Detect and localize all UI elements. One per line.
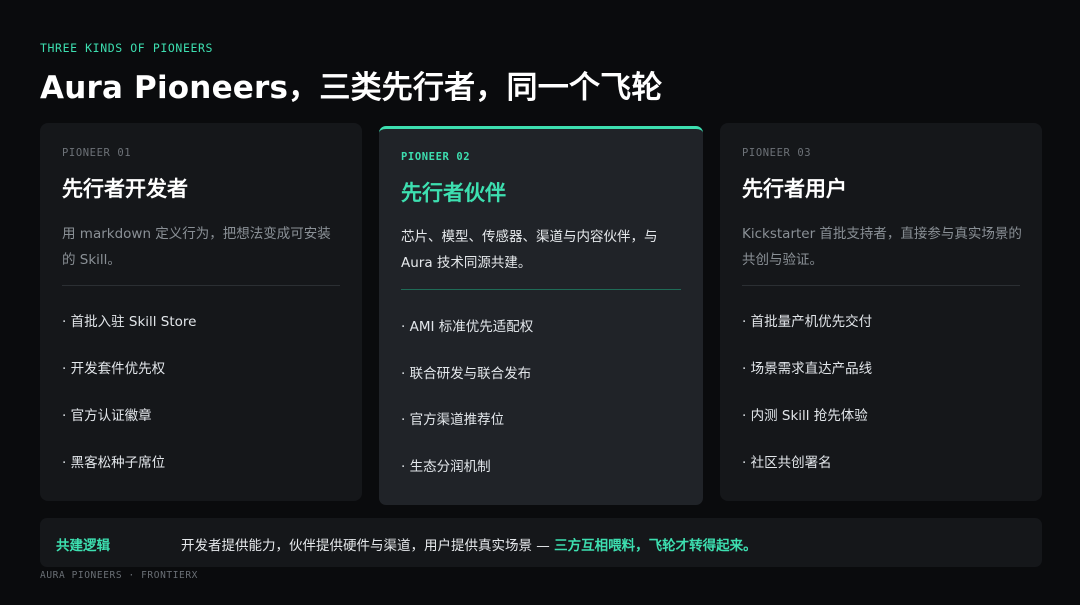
summary-bar: 共建逻辑 开发者提供能力，伙伴提供硬件与渠道，用户提供真实场景 — 三方互相喂料… xyxy=(40,518,1042,567)
slide: THREE KINDS OF PIONEERS Aura Pioneers，三类… xyxy=(0,0,1080,605)
divider xyxy=(62,285,340,286)
pioneer-name: 先行者伙伴 xyxy=(401,181,506,205)
pioneer-id: PIONEER 02 xyxy=(401,151,471,163)
feature-item: · AMI 标准优先适配权 xyxy=(401,319,534,335)
pioneer-id: PIONEER 01 xyxy=(62,147,132,159)
pioneer-name: 先行者用户 xyxy=(742,177,847,201)
divider xyxy=(401,289,681,290)
pioneer-card-developers: PIONEER 01 先行者开发者 用 markdown 定义行为，把想法变成可… xyxy=(40,123,362,501)
summary-highlight: 三方互相喂料，飞轮才转得起来。 xyxy=(554,538,757,554)
feature-item: · 开发套件优先权 xyxy=(62,361,166,377)
pioneer-description: 芯片、模型、传感器、渠道与内容伙伴，与 Aura 技术同源共建。 xyxy=(401,229,658,271)
pioneer-id: PIONEER 03 xyxy=(742,147,812,159)
feature-item: · 首批量产机优先交付 xyxy=(742,314,873,330)
feature-item: · 首批入驻 Skill Store xyxy=(62,314,197,330)
feature-item: · 黑客松种子席位 xyxy=(62,455,166,471)
pioneer-card-partners: PIONEER 02 先行者伙伴 芯片、模型、传感器、渠道与内容伙伴，与 Aur… xyxy=(379,126,703,505)
feature-item: · 生态分润机制 xyxy=(401,459,491,475)
eyebrow-label: THREE KINDS OF PIONEERS xyxy=(40,41,214,55)
feature-item: · 联合研发与联合发布 xyxy=(401,366,532,382)
pioneer-card-users: PIONEER 03 先行者用户 Kickstarter 首批支持者，直接参与真… xyxy=(720,123,1042,501)
footer-brand: AURA PIONEERS · FRONTIERX xyxy=(40,570,198,581)
pioneer-description: 用 markdown 定义行为，把想法变成可安装的 Skill。 xyxy=(62,226,331,268)
pioneer-name: 先行者开发者 xyxy=(62,177,188,201)
divider xyxy=(742,285,1020,286)
feature-item: · 场景需求直达产品线 xyxy=(742,361,873,377)
feature-item: · 官方渠道推荐位 xyxy=(401,412,505,428)
summary-text: 开发者提供能力，伙伴提供硬件与渠道，用户提供真实场景 — 三方互相喂料，飞轮才转… xyxy=(181,534,757,554)
summary-body: 开发者提供能力，伙伴提供硬件与渠道，用户提供真实场景 — xyxy=(181,538,555,554)
feature-item: · 官方认证徽章 xyxy=(62,408,152,424)
feature-item: · 社区共创署名 xyxy=(742,455,832,471)
pioneer-description: Kickstarter 首批支持者，直接参与真实场景的共创与验证。 xyxy=(742,226,1022,268)
page-title: Aura Pioneers，三类先行者，同一个飞轮 xyxy=(40,70,663,106)
summary-label: 共建逻辑 xyxy=(56,538,110,554)
feature-item: · 内测 Skill 抢先体验 xyxy=(742,408,868,424)
